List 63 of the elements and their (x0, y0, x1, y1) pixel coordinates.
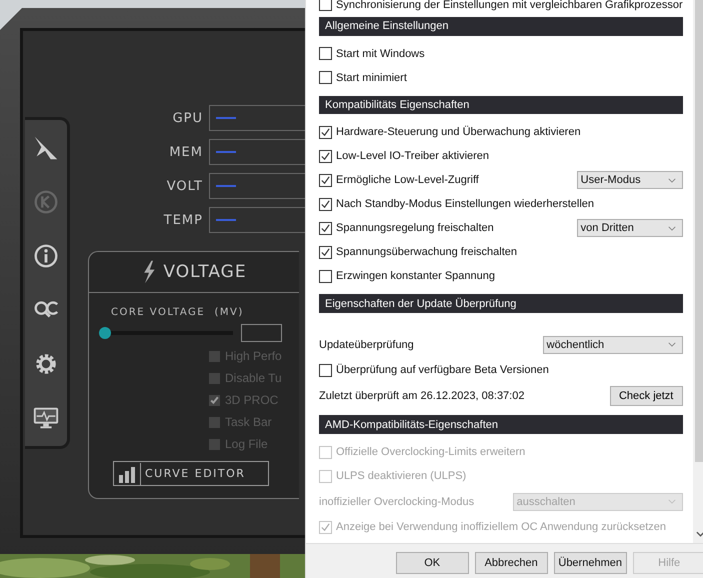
meter-label: MEM (169, 144, 203, 160)
checkbox[interactable] (319, 0, 332, 12)
checkbox-label: Low-Level IO-Treiber aktivieren (336, 150, 490, 162)
panel-title: VOLTAGE (163, 262, 247, 282)
field-label: inoffizieller Overclocking-Modus (319, 496, 474, 508)
voltage-field[interactable] (241, 324, 282, 342)
checkbox-label: Anzeige bei Verwendung inoffiziellem OC Anwendung zurücksetzen (336, 521, 667, 534)
checkbox[interactable] (319, 270, 332, 283)
meter-label: TEMP (164, 212, 203, 228)
section-header: Kompatibilitäts Eigenschaften (319, 96, 683, 114)
dialog-button[interactable]: Übernehmen (554, 552, 627, 574)
section-header: Allgemeine Einstellungen (319, 16, 683, 36)
chevron-down-icon (668, 499, 676, 504)
chevron-down-icon (668, 178, 676, 183)
chevron-down-icon (668, 342, 676, 348)
jet-icon[interactable] (32, 134, 60, 162)
checkbox[interactable] (319, 150, 332, 163)
dropdown[interactable]: wöchentlich (542, 336, 683, 354)
chevron-down-icon (668, 226, 676, 231)
check-now-button[interactable]: Check jetzt (610, 386, 683, 406)
curve-editor-button[interactable]: CURVE EDITOR (113, 461, 269, 486)
scrollbar-thumb[interactable] (694, 0, 703, 462)
scrollbar[interactable] (692, 0, 703, 543)
checkbox[interactable] (319, 246, 332, 259)
last-checked-text: Zuletzt überprüft am 26.12.2023, 08:37:02 (319, 390, 524, 402)
checkbox-label: Spannungsüberwachung freischalten (336, 246, 518, 258)
checkbox-label: Offizielle Overclocking-Limits erweitern (336, 446, 526, 458)
checkbox-label: Hardware-Steuerung und Überwachung aktivieren (336, 126, 582, 138)
checkbox-label: Spannungsregelung freischalten (336, 222, 495, 234)
dialog-button[interactable]: Abbrechen (474, 552, 548, 574)
section-header: AMD-Kompatibilitäts-Eigenschaften (319, 415, 683, 434)
checkbox[interactable] (319, 364, 332, 377)
field-label: Updateüberprüfung (319, 338, 414, 351)
checkbox[interactable] (319, 126, 332, 139)
chevron-down-icon[interactable] (696, 531, 703, 537)
dropdown[interactable]: von Dritten (576, 219, 683, 238)
checkbox-label: Start mit Windows (336, 48, 426, 60)
checkbox[interactable] (319, 47, 332, 60)
meter-label: VOLT (166, 178, 203, 194)
slider-label: CORE VOLTAGE (MV) (111, 307, 245, 318)
slider-thumb[interactable] (99, 327, 111, 339)
checkbox[interactable] (319, 198, 332, 211)
checkbox-label: Überprüfung auf verfügbare Beta Versionen (336, 364, 550, 376)
checkbox-label: Nach Standby-Modus Einstellungen wiederherstellen (336, 198, 596, 210)
section-header: Eigenschaften der Update Überprüfung (319, 294, 683, 314)
checkbox[interactable] (319, 174, 332, 187)
dialog-button[interactable]: OK (396, 552, 469, 574)
info-icon[interactable] (32, 242, 60, 270)
checkbox-label: Erzwingen konstanter Spannung (336, 270, 496, 282)
checkbox[interactable] (319, 71, 332, 84)
checkbox[interactable] (319, 222, 332, 235)
option-checkbox[interactable] (209, 438, 220, 450)
checkbox-label: ULPS deaktivieren (ULPS) (336, 470, 468, 482)
option-checkbox[interactable] (209, 394, 220, 406)
checkbox-label: Start minimiert (336, 72, 408, 84)
checkbox-label: Ermögliche Low-Level-Zugriff (336, 174, 480, 186)
option-checkbox[interactable] (209, 350, 220, 362)
option-checkbox[interactable] (209, 416, 220, 428)
option-checkbox[interactable] (209, 372, 220, 384)
meter-label: GPU (172, 110, 203, 126)
dropdown[interactable]: User-Modus (576, 171, 683, 190)
checkbox-label: Synchronisierung der Einstellungen mit vergleichbaren Grafikprozessor (336, 0, 683, 12)
lightning-icon (141, 259, 158, 285)
